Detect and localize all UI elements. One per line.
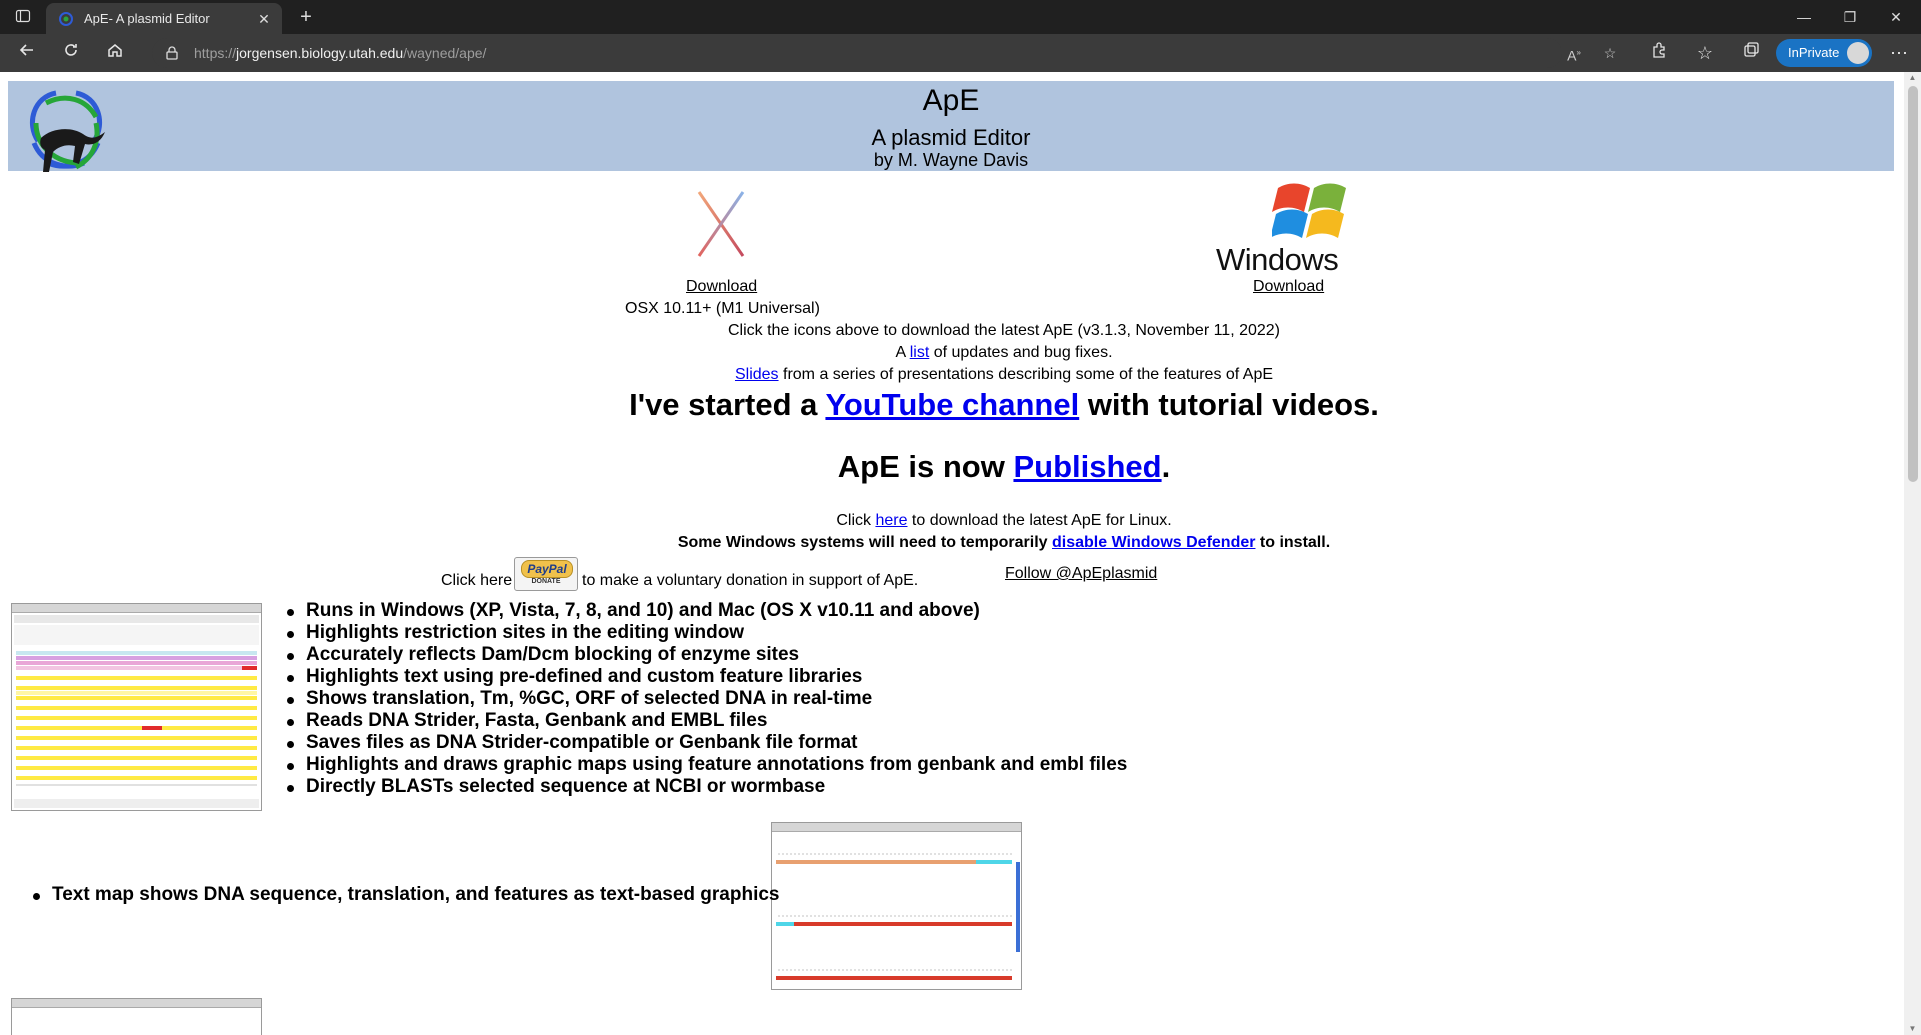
- scroll-up-icon[interactable]: ▲: [1904, 72, 1921, 84]
- page-scrollbar[interactable]: ▲ ▼: [1904, 72, 1921, 1035]
- text-map-screenshot: [771, 822, 1022, 990]
- minimize-icon[interactable]: —: [1781, 6, 1827, 28]
- browser-tab-active[interactable]: ApE- A plasmid Editor ✕: [46, 3, 282, 34]
- paypal-label: PayPal: [521, 560, 573, 578]
- graphic-map-screenshot: [11, 998, 262, 1035]
- address-bar[interactable]: https://jorgensen.biology.utah.edu/wayne…: [152, 38, 1616, 68]
- back-arrow-icon[interactable]: [14, 41, 40, 65]
- list-item: Highlights and draws graphic maps using …: [287, 754, 1127, 776]
- collections-icon[interactable]: [1738, 41, 1764, 65]
- tab-title: ApE- A plasmid Editor: [84, 11, 210, 26]
- published-link[interactable]: Published: [1013, 449, 1161, 484]
- extensions-icon[interactable]: [1646, 41, 1672, 65]
- restore-icon[interactable]: ❐: [1827, 6, 1873, 28]
- ape-favicon-icon: [59, 12, 73, 26]
- url-text[interactable]: https://jorgensen.biology.utah.edu/wayne…: [194, 45, 486, 61]
- browser-toolbar: https://jorgensen.biology.utah.edu/wayne…: [0, 34, 1921, 72]
- follow-twitter-link[interactable]: Follow @ApEplasmid: [1005, 565, 1157, 583]
- list-item: Directly BLASTs selected sequence at NCB…: [287, 776, 1127, 798]
- linux-line: Click here to download the latest ApE fo…: [836, 512, 1172, 529]
- windows-download-link[interactable]: Download: [1253, 278, 1324, 296]
- read-aloud-icon[interactable]: A»: [1564, 43, 1584, 64]
- youtube-heading: I've started a YouTube channel with tuto…: [629, 387, 1379, 422]
- home-icon[interactable]: [102, 41, 128, 65]
- donate-suffix: to make a voluntary donation in support …: [582, 572, 919, 589]
- list-item: Accurately reflects Dam/Dcm blocking of …: [287, 644, 1127, 666]
- add-favorite-icon[interactable]: ☆: [1600, 43, 1620, 63]
- scrollbar-thumb[interactable]: [1908, 86, 1918, 482]
- youtube-channel-link[interactable]: YouTube channel: [825, 387, 1079, 422]
- list-item: Reads DNA Strider, Fasta, Genbank and EM…: [287, 710, 1127, 732]
- list-item: Highlights text using pre-defined and cu…: [287, 666, 1127, 688]
- close-tab-icon[interactable]: ✕: [254, 9, 274, 29]
- refresh-icon[interactable]: [58, 41, 84, 65]
- page-title: ApE: [922, 84, 980, 117]
- favorites-icon[interactable]: ☆: [1692, 41, 1718, 65]
- page-author: by M. Wayne Davis: [873, 150, 1029, 170]
- osx-x-icon[interactable]: [695, 190, 747, 258]
- download-instructions: Click the icons above to download the la…: [727, 322, 1281, 339]
- more-icon[interactable]: ⋯: [1886, 41, 1912, 65]
- header-banner: ApE A plasmid Editor by M. Wayne Davis: [8, 81, 1894, 172]
- tab-bar: ApE- A plasmid Editor ✕ + — ❐ ✕: [0, 0, 1921, 34]
- inprivate-button[interactable]: InPrivate: [1776, 39, 1872, 67]
- osx-download-link[interactable]: Download: [686, 278, 757, 296]
- update-list-line: A list of updates and bug fixes.: [895, 344, 1113, 361]
- scroll-down-icon[interactable]: ▼: [1904, 1023, 1921, 1035]
- page-viewport: ApE A plasmid Editor by M. Wayne Davis D…: [0, 72, 1921, 1035]
- inprivate-label: InPrivate: [1788, 45, 1840, 60]
- windows-flag-icon[interactable]: [1272, 176, 1354, 248]
- list-item: Highlights restriction sites in the edit…: [287, 622, 1127, 644]
- tab-actions-icon[interactable]: [14, 8, 32, 26]
- feature-list: Runs in Windows (XP, Vista, 7, 8, and 10…: [287, 600, 1127, 798]
- lock-icon[interactable]: [164, 45, 180, 61]
- windows-logo-text: Windows: [1216, 242, 1339, 277]
- close-window-icon[interactable]: ✕: [1873, 6, 1919, 28]
- donate-prefix: Click here: [441, 572, 513, 589]
- defender-line: Some Windows systems will need to tempor…: [677, 534, 1331, 551]
- published-heading: ApE is now Published.: [837, 449, 1171, 484]
- update-list-link[interactable]: list: [910, 344, 930, 361]
- disable-defender-link[interactable]: disable Windows Defender: [1052, 534, 1255, 551]
- list-item: Saves files as DNA Strider-compatible or…: [287, 732, 1127, 754]
- slides-link[interactable]: Slides: [735, 366, 779, 383]
- donate-label: DONATE: [531, 578, 561, 585]
- linux-download-link[interactable]: here: [875, 512, 907, 529]
- list-item: Runs in Windows (XP, Vista, 7, 8, and 10…: [287, 600, 1127, 622]
- new-tab-icon[interactable]: +: [294, 5, 318, 29]
- text-map-feature: Text map shows DNA sequence, translation…: [33, 884, 779, 906]
- osx-version-note: OSX 10.11+ (M1 Universal): [625, 300, 820, 317]
- profile-avatar: [1847, 42, 1869, 64]
- slides-line: Slides from a series of presentations de…: [734, 366, 1274, 383]
- paypal-donate-button[interactable]: PayPal DONATE: [514, 557, 578, 591]
- list-item: Shows translation, Tm, %GC, ORF of selec…: [287, 688, 1127, 710]
- page-subtitle: A plasmid Editor: [871, 125, 1031, 150]
- sequence-editor-screenshot: [11, 603, 262, 811]
